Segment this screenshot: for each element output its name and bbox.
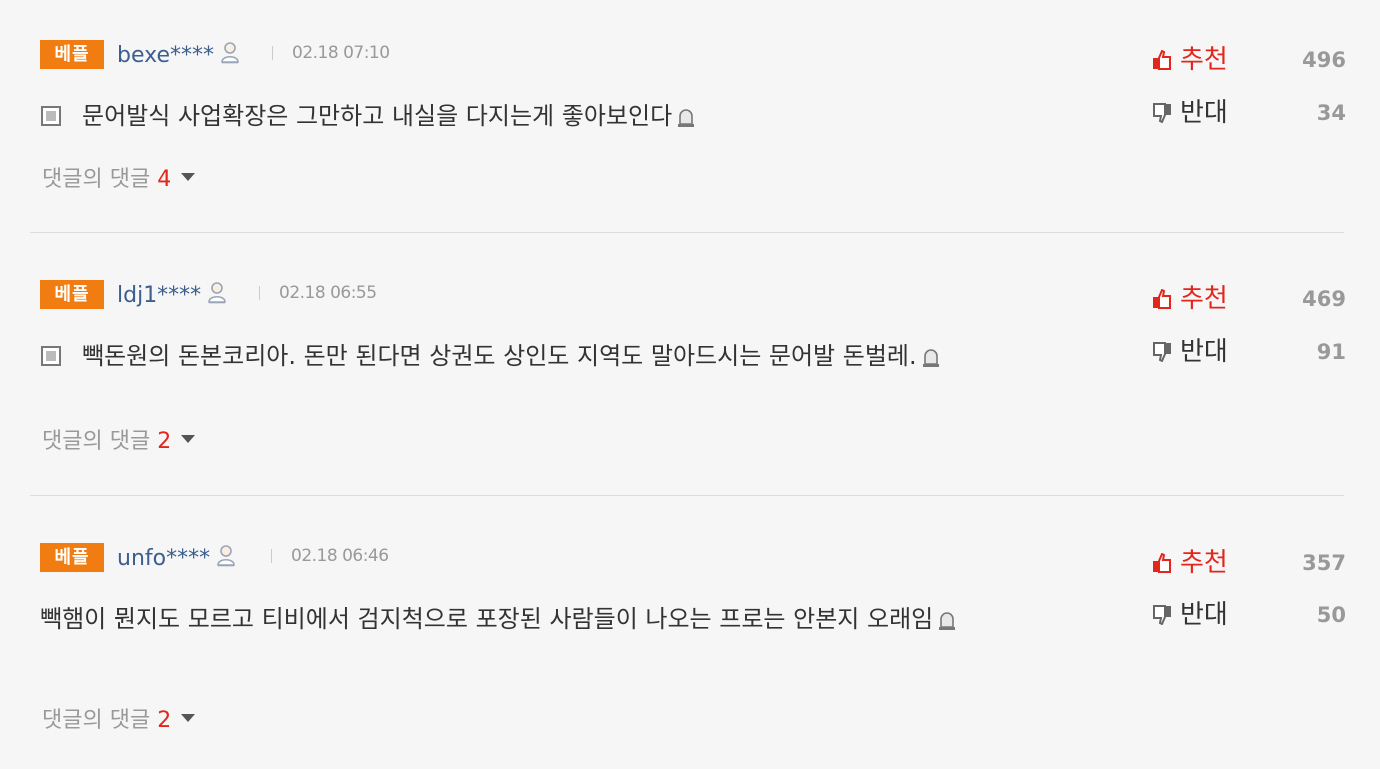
replies-toggle[interactable]: 댓글의 댓글 4 — [42, 164, 196, 196]
upvote-count: 469 — [1302, 287, 1346, 311]
comment-text: 빽햄이 뭔지도 모르고 티비에서 검지척으로 포장된 사람들이 나오는 프로는 … — [40, 599, 1120, 639]
replies-label: 댓글의 댓글 — [42, 167, 151, 192]
downvote-label: 반대 — [1180, 337, 1228, 367]
comment-text: 빽돈원의 돈본코리아. 돈만 된다면 상권도 상인도 지역도 말아드시는 문어발… — [40, 336, 1120, 376]
downvote-label: 반대 — [1180, 600, 1228, 630]
replies-toggle[interactable]: 댓글의 댓글 2 — [42, 426, 196, 458]
replies-label: 댓글의 댓글 — [42, 429, 151, 454]
comment-author[interactable]: unfo**** — [117, 543, 236, 575]
upvote-label: 추천 — [1180, 45, 1228, 75]
meta-separator — [271, 549, 272, 563]
replies-label: 댓글의 댓글 — [42, 708, 151, 733]
comment-divider — [30, 232, 1344, 233]
comment-author[interactable]: bexe**** — [117, 40, 240, 72]
report-flag-icon[interactable] — [676, 108, 696, 128]
comment-date: 02.18 07:10 — [292, 43, 390, 63]
report-flag-icon[interactable] — [921, 348, 941, 368]
comment-date: 02.18 06:46 — [291, 546, 389, 566]
downvote-label: 반대 — [1180, 98, 1228, 128]
comment-date: 02.18 06:55 — [279, 283, 377, 303]
upvote-button[interactable]: 추천 496 — [1152, 42, 1346, 78]
author-name[interactable]: unfo**** — [117, 546, 210, 571]
meta-separator — [259, 286, 260, 300]
upvote-button[interactable]: 추천 357 — [1152, 545, 1346, 581]
downvote-count: 50 — [1316, 603, 1346, 627]
user-icon — [221, 42, 239, 64]
report-flag-icon[interactable] — [937, 611, 957, 631]
memo-icon — [41, 106, 61, 126]
downvote-count: 34 — [1316, 101, 1346, 125]
caret-down-icon — [181, 435, 196, 443]
upvote-count: 357 — [1302, 551, 1346, 575]
meta-separator — [272, 46, 273, 60]
caret-down-icon — [181, 173, 196, 181]
thumbs-down-icon — [1153, 605, 1171, 625]
upvote-count: 496 — [1302, 48, 1346, 72]
replies-toggle[interactable]: 댓글의 댓글 2 — [42, 705, 196, 737]
comment-text: 문어발식 사업확장은 그만하고 내실을 다지는게 좋아보인다 — [40, 96, 1120, 136]
memo-icon — [41, 346, 61, 366]
comment-list: 베플 bexe**** 02.18 07:10 문어발식 사업확장은 그만하고 … — [0, 0, 1380, 769]
thumbs-down-icon — [1153, 103, 1171, 123]
author-name[interactable]: ldj1**** — [117, 283, 201, 308]
thumbs-up-icon — [1153, 553, 1171, 573]
downvote-button[interactable]: 반대 91 — [1152, 334, 1346, 370]
caret-down-icon — [181, 714, 196, 722]
thumbs-up-icon — [1153, 289, 1171, 309]
replies-count: 4 — [157, 167, 172, 192]
upvote-button[interactable]: 추천 469 — [1152, 281, 1346, 317]
user-icon — [217, 545, 235, 567]
thumbs-up-icon — [1153, 50, 1171, 70]
upvote-label: 추천 — [1180, 284, 1228, 314]
comment-body: 빽돈원의 돈본코리아. 돈만 된다면 상권도 상인도 지역도 말아드시는 문어발… — [82, 342, 917, 370]
upvote-label: 추천 — [1180, 548, 1228, 578]
author-name[interactable]: bexe**** — [117, 43, 214, 68]
best-comment-badge: 베플 — [40, 280, 104, 309]
user-icon — [208, 282, 226, 304]
comment-divider — [30, 495, 1344, 496]
comment-body: 빽햄이 뭔지도 모르고 티비에서 검지척으로 포장된 사람들이 나오는 프로는 … — [40, 605, 934, 633]
downvote-count: 91 — [1316, 340, 1346, 364]
downvote-button[interactable]: 반대 50 — [1152, 597, 1346, 633]
replies-count: 2 — [157, 429, 172, 454]
best-comment-badge: 베플 — [40, 543, 104, 572]
thumbs-down-icon — [1153, 342, 1171, 362]
comment-author[interactable]: ldj1**** — [117, 280, 227, 312]
replies-count: 2 — [157, 708, 172, 733]
downvote-button[interactable]: 반대 34 — [1152, 95, 1346, 131]
best-comment-badge: 베플 — [40, 40, 104, 69]
comment-body: 문어발식 사업확장은 그만하고 내실을 다지는게 좋아보인다 — [82, 102, 673, 130]
